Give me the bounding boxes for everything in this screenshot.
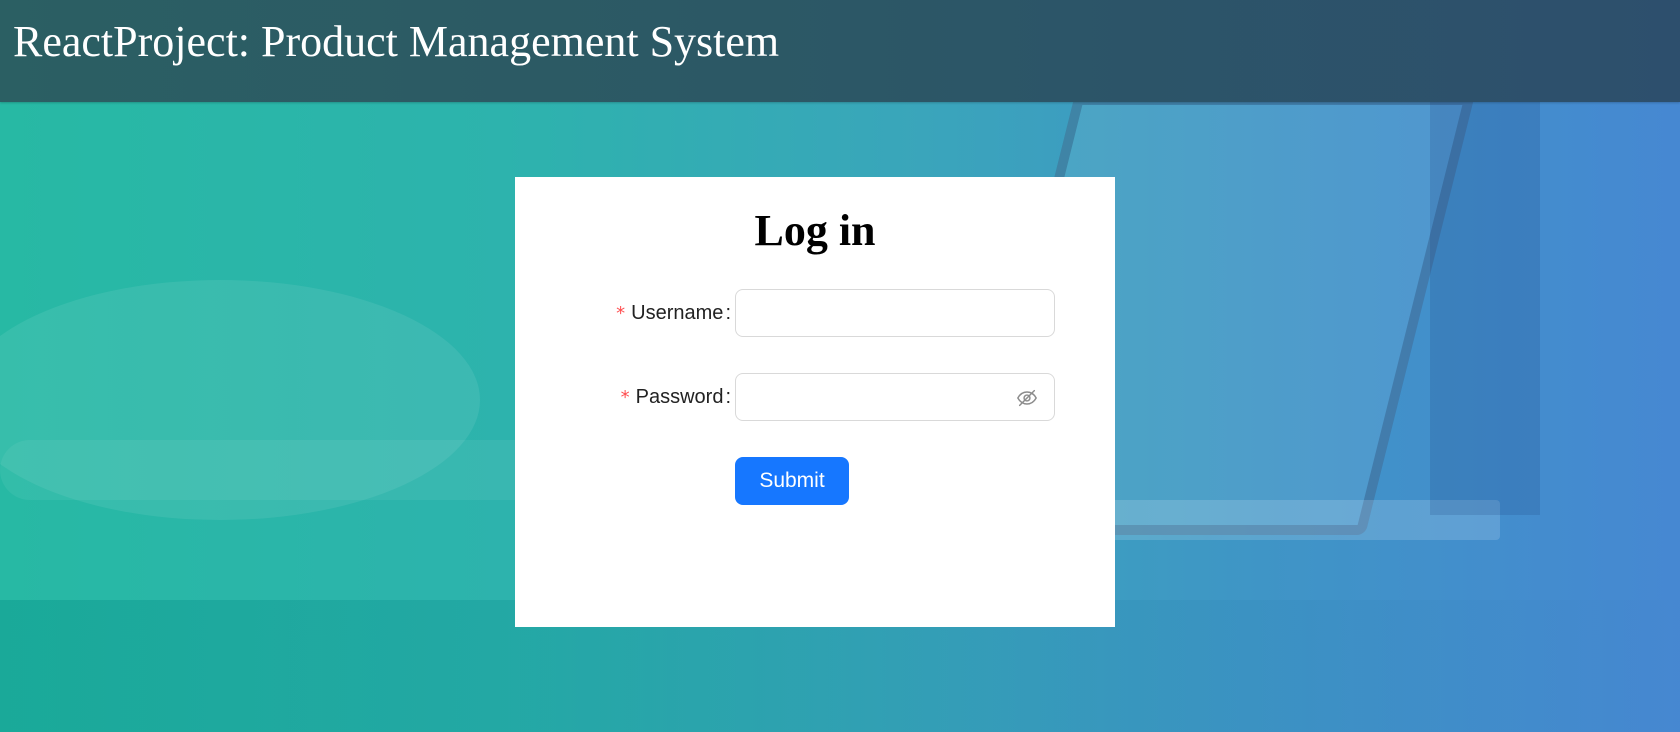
username-label: * Username:: [616, 289, 731, 337]
password-label: * Password:: [621, 373, 731, 421]
login-heading: Log in: [754, 206, 876, 255]
password-field[interactable]: [735, 373, 1055, 421]
password-row: * Password:: [515, 373, 1115, 421]
required-mark: *: [620, 387, 630, 408]
login-card: Log in * Username: * Password: Submit: [515, 177, 1115, 627]
required-mark: *: [616, 303, 626, 324]
username-input[interactable]: [748, 300, 1002, 328]
background-shadow: [1430, 95, 1540, 515]
submit-button[interactable]: Submit: [735, 457, 849, 505]
password-label-text: Password: [635, 386, 724, 408]
password-input[interactable]: [748, 384, 1002, 412]
username-field[interactable]: [735, 289, 1055, 337]
app-title: ReactProject: Product Management System: [13, 17, 780, 66]
eye-invisible-icon[interactable]: [1016, 387, 1038, 409]
username-label-text: Username: [631, 302, 724, 324]
app-header: ReactProject: Product Management System: [0, 0, 1680, 102]
background-blur-shape: [0, 440, 560, 500]
label-colon: :: [725, 386, 731, 408]
label-colon: :: [725, 302, 731, 324]
username-row: * Username:: [515, 289, 1115, 337]
